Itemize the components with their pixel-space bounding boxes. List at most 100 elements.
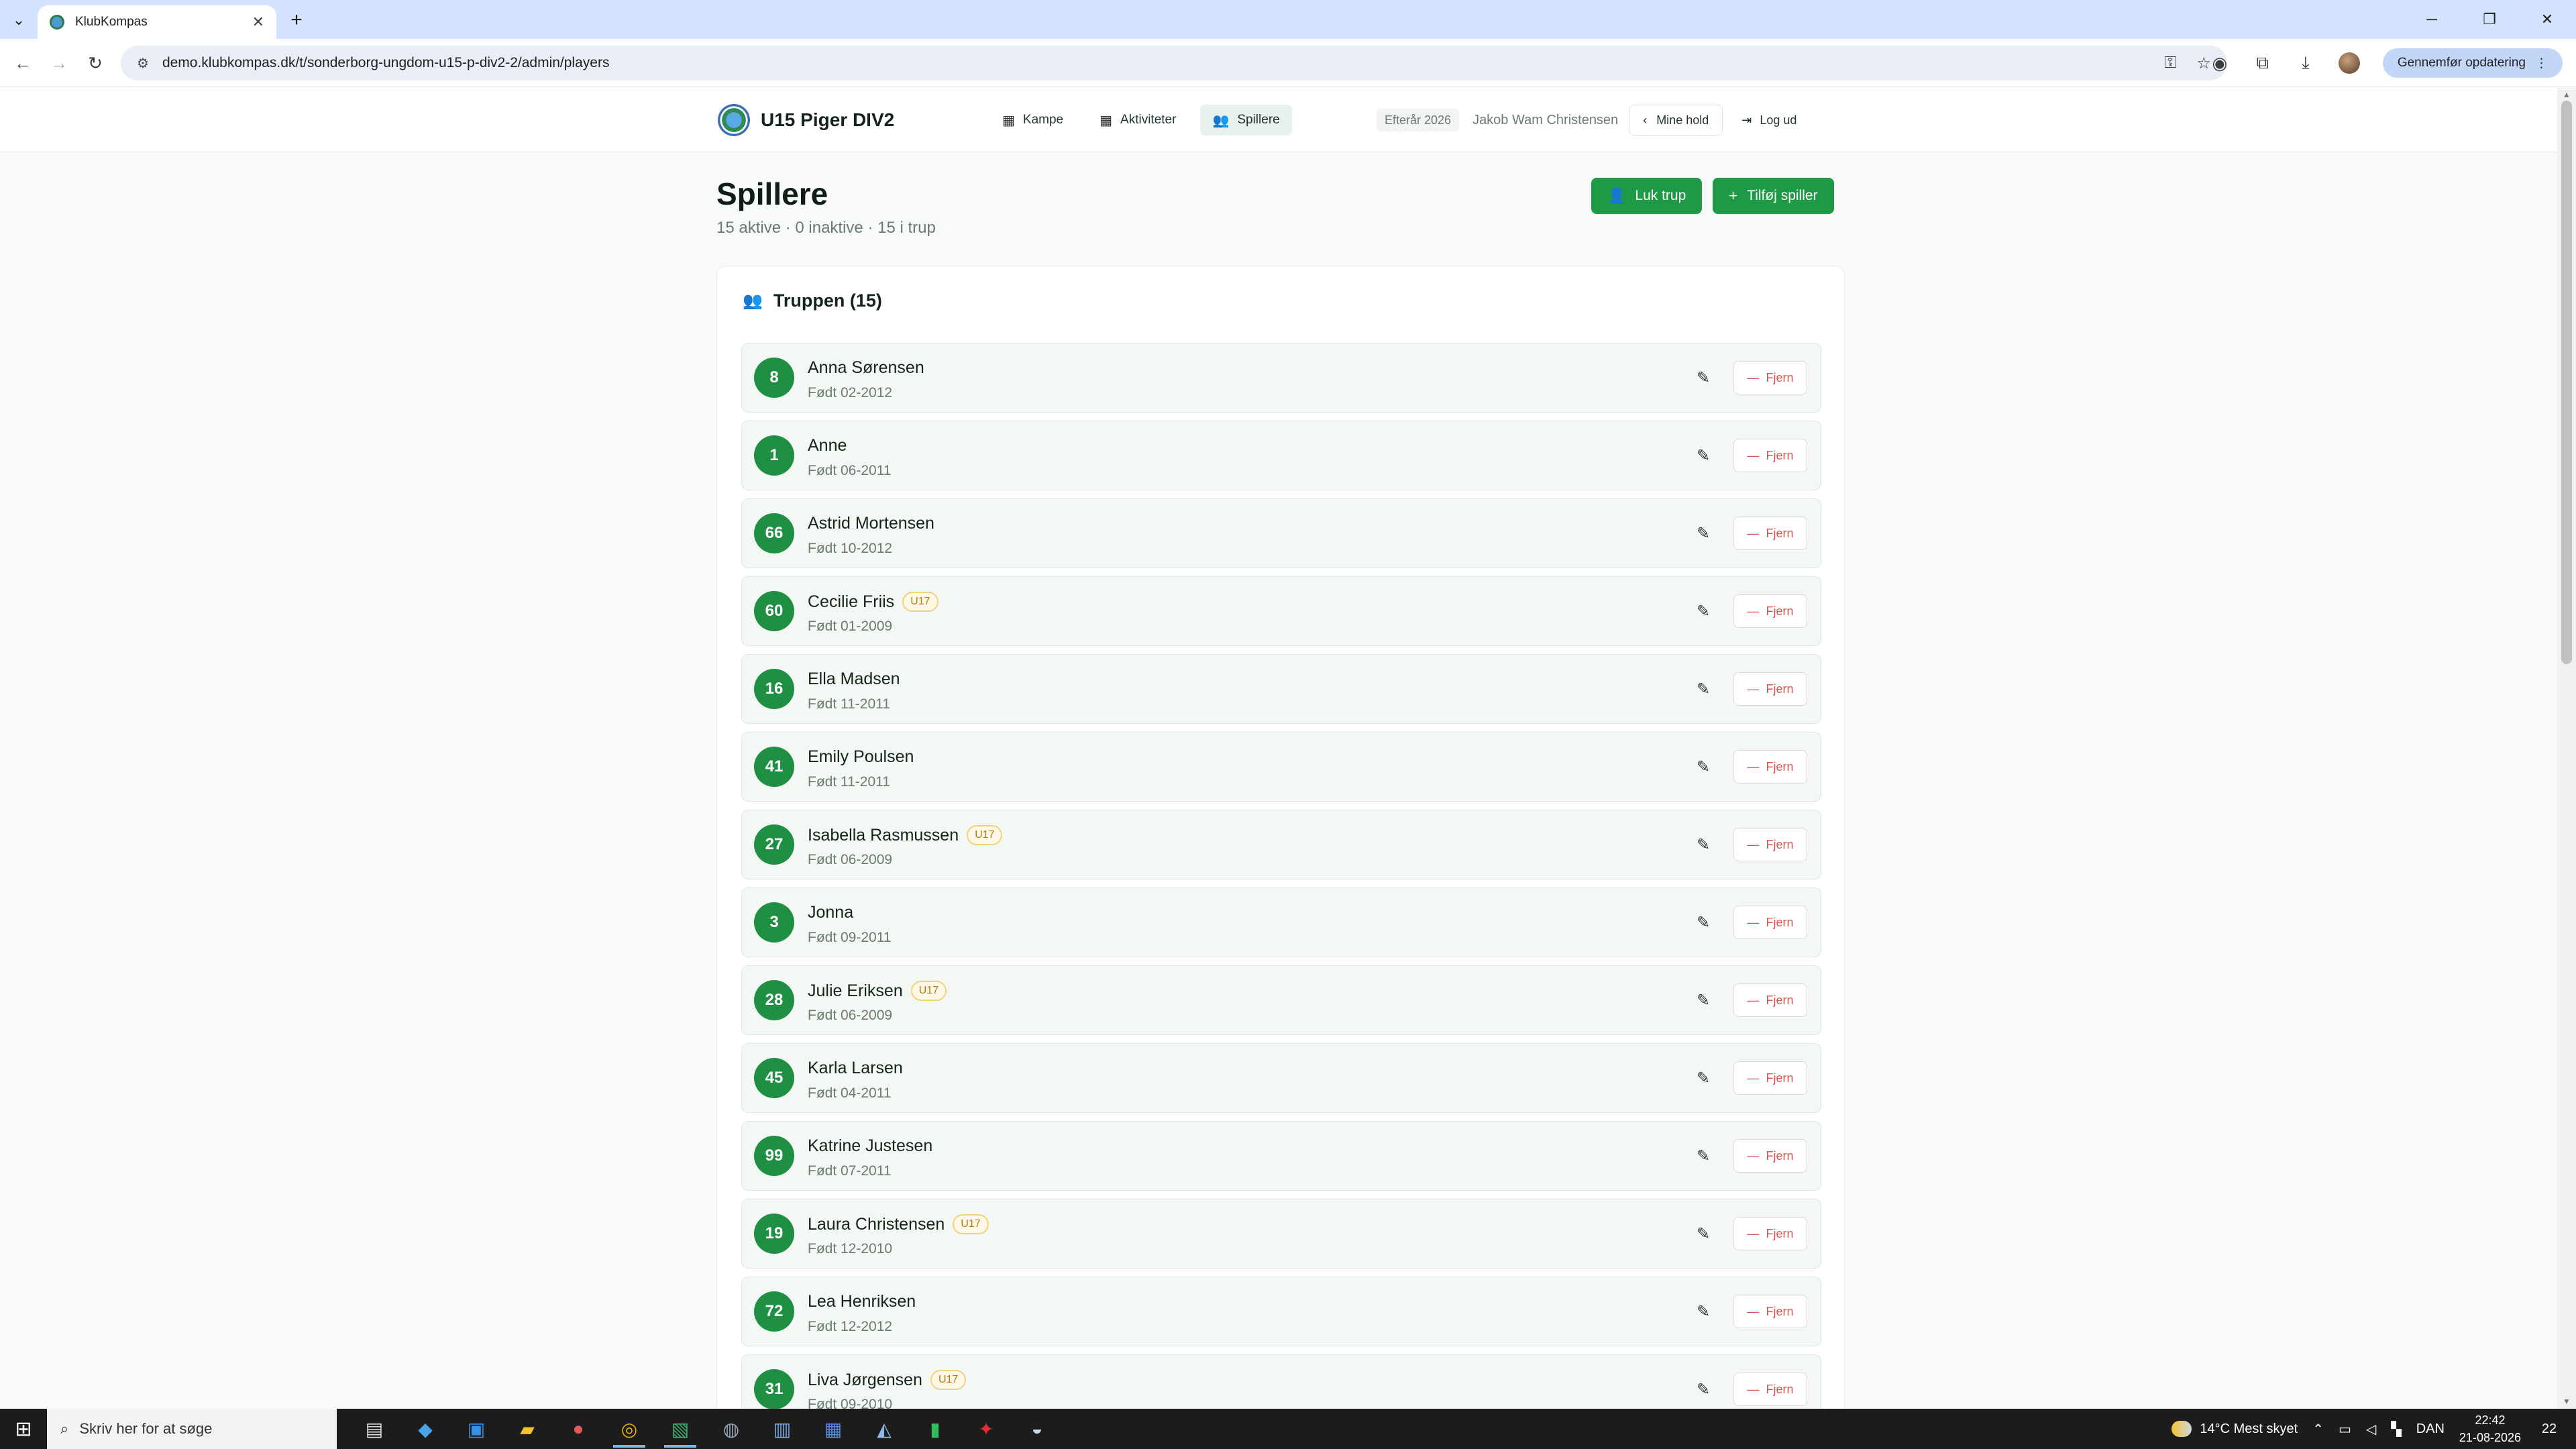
- app-red-icon[interactable]: ✦: [961, 1409, 1012, 1449]
- chevron-left-icon: ‹: [1643, 113, 1648, 127]
- volume-icon[interactable]: ◁: [2366, 1421, 2376, 1438]
- windows-start-icon[interactable]: ⊞: [0, 1409, 47, 1449]
- extension-shield-icon[interactable]: ◉: [2210, 53, 2230, 74]
- close-squad-button[interactable]: 👤 Luk trup: [1591, 178, 1703, 214]
- taskbar-search[interactable]: ⌕ Skriv her for at søge: [47, 1409, 337, 1449]
- edit-pencil-icon[interactable]: ✎: [1692, 600, 1715, 623]
- player-row[interactable]: 16 Ella Madsen Født 11-2011 ✎ — Fjern: [741, 654, 1821, 724]
- remove-player-button[interactable]: — Fjern: [1733, 906, 1807, 939]
- spreadsheet-icon[interactable]: ▮: [910, 1409, 961, 1449]
- task-view-icon[interactable]: ▤: [349, 1409, 400, 1449]
- chrome-icon[interactable]: ◎: [604, 1409, 655, 1449]
- player-row[interactable]: 45 Karla Larsen Født 04-2011 ✎ — Fjern: [741, 1043, 1821, 1113]
- password-key-icon[interactable]: ⚿: [2164, 54, 2176, 73]
- new-tab-icon[interactable]: +: [284, 8, 309, 32]
- calculator-icon[interactable]: ▦: [808, 1409, 859, 1449]
- remove-player-button[interactable]: — Fjern: [1733, 1373, 1807, 1406]
- player-row[interactable]: 8 Anna Sørensen Født 02-2012 ✎ — Fjern: [741, 343, 1821, 413]
- edit-pencil-icon[interactable]: ✎: [1692, 755, 1715, 778]
- tray-chevron-icon[interactable]: ⌃: [2312, 1421, 2324, 1438]
- weather-widget[interactable]: 14°C Mest skyet: [2171, 1421, 2298, 1437]
- edit-pencil-icon[interactable]: ✎: [1692, 989, 1715, 1012]
- remove-player-button[interactable]: — Fjern: [1733, 828, 1807, 861]
- edit-pencil-icon[interactable]: ✎: [1692, 678, 1715, 700]
- browser-tab[interactable]: KlubKompas ✕: [38, 5, 276, 39]
- edit-pencil-icon[interactable]: ✎: [1692, 833, 1715, 856]
- calendar-icon: ▦: [1002, 113, 1015, 128]
- player-row[interactable]: 1 Anne Født 06-2011 ✎ — Fjern: [741, 421, 1821, 490]
- remove-player-button[interactable]: — Fjern: [1733, 1295, 1807, 1328]
- player-row[interactable]: 66 Astrid Mortensen Født 10-2012 ✎ — Fje…: [741, 498, 1821, 568]
- player-name-line: Ella Madsen: [808, 669, 900, 689]
- mine-hold-button[interactable]: ‹ Mine hold: [1629, 105, 1723, 136]
- nav-spillere[interactable]: 👥 Spillere: [1200, 105, 1292, 136]
- download-icon[interactable]: ⤓: [2296, 52, 2316, 74]
- edit-pencil-icon[interactable]: ✎: [1692, 522, 1715, 545]
- player-row[interactable]: 19 Laura Christensen U17 Født 12-2010 ✎ …: [741, 1199, 1821, 1269]
- edit-pencil-icon[interactable]: ✎: [1692, 1378, 1715, 1401]
- edit-pencil-icon[interactable]: ✎: [1692, 1144, 1715, 1167]
- remove-player-button[interactable]: — Fjern: [1733, 1061, 1807, 1095]
- remove-player-button[interactable]: — Fjern: [1733, 1217, 1807, 1250]
- bookmark-star-icon[interactable]: ☆: [2196, 54, 2211, 73]
- player-row[interactable]: 3 Jonna Født 09-2011 ✎ — Fjern: [741, 888, 1821, 957]
- edit-pencil-icon[interactable]: ✎: [1692, 1222, 1715, 1245]
- app-icon[interactable]: ◆: [400, 1409, 451, 1449]
- edit-pencil-icon[interactable]: ✎: [1692, 444, 1715, 467]
- site-info-icon[interactable]: ⚙: [137, 55, 149, 72]
- profile-avatar[interactable]: [2338, 52, 2360, 74]
- url-text[interactable]: demo.klubkompas.dk/t/sonderborg-ungdom-u…: [162, 55, 2151, 71]
- restore-icon[interactable]: ❐: [2461, 0, 2518, 39]
- file-explorer-icon[interactable]: ▰: [502, 1409, 553, 1449]
- scrollbar-thumb[interactable]: [2561, 101, 2572, 664]
- store-icon[interactable]: ▣: [451, 1409, 502, 1449]
- minus-icon: —: [1747, 759, 1760, 773]
- language-indicator[interactable]: DAN: [2416, 1421, 2445, 1437]
- forward-icon[interactable]: →: [46, 50, 72, 76]
- player-row[interactable]: 99 Katrine Justesen Født 07-2011 ✎ — Fje…: [741, 1121, 1821, 1191]
- app-icon[interactable]: ▥: [757, 1409, 808, 1449]
- tab-search-chevron-icon[interactable]: ⌄: [7, 8, 31, 32]
- brand[interactable]: U15 Piger DIV2: [718, 104, 894, 136]
- language-flag-icon[interactable]: ▚: [2391, 1421, 2401, 1438]
- mail-icon[interactable]: ●: [553, 1409, 604, 1449]
- app-green-icon[interactable]: ▧: [655, 1409, 706, 1449]
- clock[interactable]: 22:42 21-08-2026: [2459, 1411, 2521, 1446]
- remove-player-button[interactable]: — Fjern: [1733, 439, 1807, 472]
- minimize-icon[interactable]: ─: [2403, 0, 2461, 39]
- logout-button[interactable]: ⇥ Log ud: [1729, 105, 1809, 136]
- player-row[interactable]: 72 Lea Henriksen Født 12-2012 ✎ — Fjern: [741, 1277, 1821, 1346]
- edit-pencil-icon[interactable]: ✎: [1692, 911, 1715, 934]
- update-button[interactable]: Gennemfør opdatering ⋮: [2382, 48, 2563, 78]
- player-row[interactable]: 41 Emily Poulsen Født 11-2011 ✎ — Fjern: [741, 732, 1821, 802]
- address-bar[interactable]: ⚙ demo.klubkompas.dk/t/sonderborg-ungdom…: [121, 46, 2227, 80]
- app-icon[interactable]: ◭: [859, 1409, 910, 1449]
- remove-player-button[interactable]: — Fjern: [1733, 1139, 1807, 1173]
- edit-pencil-icon[interactable]: ✎: [1692, 1300, 1715, 1323]
- nav-aktiviteter[interactable]: ▦ Aktiviteter: [1087, 105, 1188, 136]
- player-row[interactable]: 28 Julie Eriksen U17 Født 06-2009 ✎ — Fj…: [741, 965, 1821, 1035]
- back-icon[interactable]: ←: [9, 50, 36, 76]
- player-row[interactable]: 60 Cecilie Friis U17 Født 01-2009 ✎ — Fj…: [741, 576, 1821, 646]
- extensions-puzzle-icon[interactable]: ⧉: [2253, 52, 2273, 74]
- reload-icon[interactable]: ↻: [82, 50, 109, 76]
- remove-player-button[interactable]: — Fjern: [1733, 594, 1807, 628]
- close-tab-icon[interactable]: ✕: [252, 13, 264, 31]
- remove-player-button[interactable]: — Fjern: [1733, 750, 1807, 784]
- app-icon[interactable]: ◍: [706, 1409, 757, 1449]
- remove-player-button[interactable]: — Fjern: [1733, 361, 1807, 394]
- scroll-up-icon[interactable]: ▲: [2560, 90, 2573, 101]
- notification-center-icon[interactable]: 22: [2536, 1415, 2563, 1442]
- scroll-down-icon[interactable]: ▼: [2560, 1397, 2573, 1407]
- add-player-button[interactable]: + Tilføj spiller: [1713, 178, 1834, 214]
- app-icon[interactable]: ◒: [1012, 1409, 1063, 1449]
- edit-pencil-icon[interactable]: ✎: [1692, 366, 1715, 389]
- close-window-icon[interactable]: ✕: [2518, 0, 2576, 39]
- remove-player-button[interactable]: — Fjern: [1733, 517, 1807, 550]
- edit-pencil-icon[interactable]: ✎: [1692, 1067, 1715, 1089]
- network-icon[interactable]: ▭: [2339, 1421, 2351, 1438]
- remove-player-button[interactable]: — Fjern: [1733, 672, 1807, 706]
- remove-player-button[interactable]: — Fjern: [1733, 983, 1807, 1017]
- player-row[interactable]: 27 Isabella Rasmussen U17 Født 06-2009 ✎…: [741, 810, 1821, 879]
- nav-kampe[interactable]: ▦ Kampe: [990, 105, 1075, 136]
